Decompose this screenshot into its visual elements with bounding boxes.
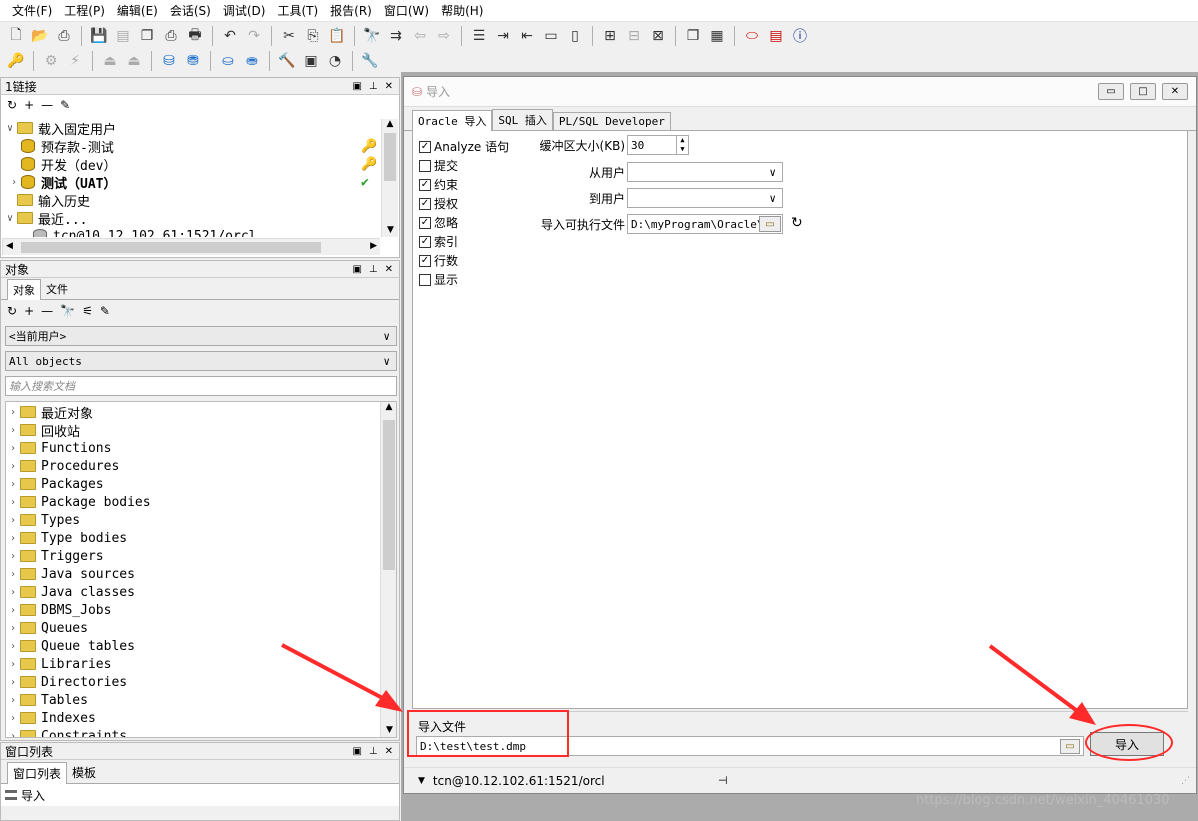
watermark: https://blog.csdn.net/weixin_40461030: [916, 793, 1170, 808]
arrow-head-left: [375, 690, 403, 712]
annotation-arrows: [281, 643, 1096, 725]
arrow-line-right: [988, 644, 1086, 718]
arrow-line-left: [281, 643, 393, 705]
